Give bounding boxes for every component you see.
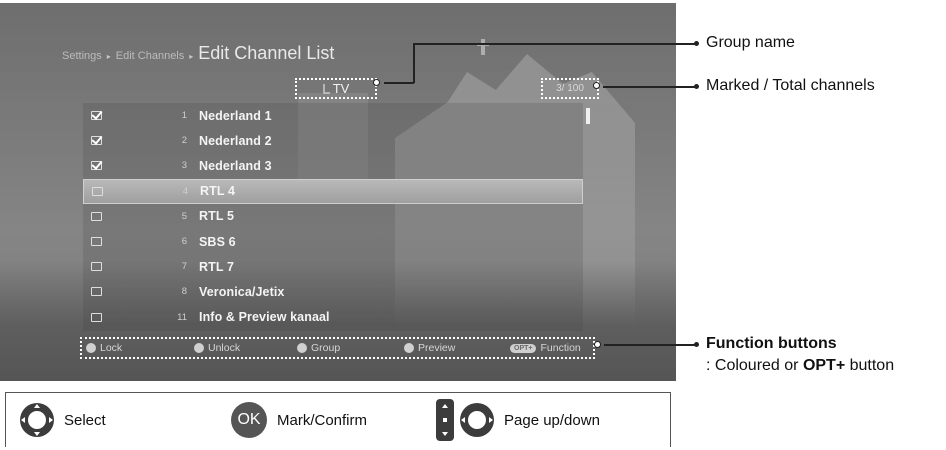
preview-button[interactable]: Preview [404, 342, 455, 354]
ok-button-icon: OK [231, 402, 267, 438]
function-buttons-desc-bold: OPT+ [802, 357, 846, 374]
channel-row[interactable]: 11 Info & Preview kanaal [83, 305, 583, 330]
channel-number: 4 [182, 185, 188, 197]
function-buttons-title: Function buttons [706, 335, 837, 352]
channel-number: 7 [181, 261, 187, 273]
function-buttons-desc-suffix: button [845, 357, 895, 374]
page-up-down-icon [436, 399, 454, 441]
function-buttons-desc-prefix: : Coloured or [706, 357, 803, 374]
channel-name: Nederland 2 [199, 133, 272, 148]
channel-name: RTL 5 [199, 209, 234, 224]
marked-total-anchor-icon [593, 82, 600, 89]
function-buttons-anchor-icon [594, 341, 601, 348]
checkbox-unchecked-icon[interactable] [91, 237, 102, 247]
unlock-label: Unlock [208, 342, 241, 354]
channel-number: 3 [181, 160, 187, 172]
bullet-icon [694, 342, 699, 347]
leader-line [413, 43, 415, 83]
legend-select-label: Select [64, 411, 106, 429]
opt-plus-badge: OPT+ [510, 343, 537, 353]
channel-row[interactable]: 2 Nederland 2 [83, 128, 583, 153]
group-name-selector[interactable]: TV [295, 78, 377, 99]
channel-name: RTL 7 [199, 259, 234, 274]
leader-line [603, 86, 695, 88]
preview-label: Preview [418, 342, 456, 354]
checkbox-unchecked-icon[interactable] [91, 211, 102, 221]
breadcrumb-separator-icon: ▸ [189, 52, 194, 61]
leader-line [413, 43, 695, 45]
leader-line [604, 344, 695, 346]
page-title: Edit Channel List [198, 43, 335, 63]
channel-name: SBS 6 [199, 234, 236, 249]
unlock-button[interactable]: Unlock [194, 342, 240, 354]
breadcrumb-separator-icon: ▸ [106, 52, 111, 61]
lock-label: Lock [100, 342, 123, 354]
ok-glyph: OK [237, 411, 261, 428]
channel-number: 2 [181, 135, 187, 147]
function-button[interactable]: OPT+ Function [510, 342, 581, 354]
lock-button[interactable]: Lock [86, 342, 122, 354]
yellow-button-icon [297, 343, 307, 353]
blue-button-icon [404, 343, 414, 353]
checkbox-checked-icon[interactable] [91, 111, 102, 121]
channel-name: Nederland 3 [199, 158, 272, 173]
channel-row[interactable]: 6 SBS 6 [83, 229, 583, 254]
breadcrumb: Settings ▸ Edit Channels ▸ Edit Channel … [62, 43, 334, 64]
left-right-arrow-icon [460, 403, 494, 437]
channel-row[interactable]: 1 Nederland 1 [83, 103, 583, 128]
legend-mark-confirm-label: Mark/Confirm [277, 411, 368, 429]
scrollbar-thumb[interactable] [586, 108, 590, 124]
navigation-dpad-icon [20, 403, 54, 437]
leader-line [384, 82, 414, 84]
key-legend: Select OK Mark/Confirm Page up/down [5, 392, 671, 447]
bullet-icon [694, 84, 699, 89]
group-name-anchor-icon [373, 79, 380, 86]
channel-number: 1 [181, 110, 187, 122]
channel-number: 8 [181, 286, 187, 298]
legend-mark-confirm: OK Mark/Confirm [231, 399, 367, 441]
marked-total-counter: 3/ 100 [541, 78, 599, 99]
red-button-icon [86, 343, 96, 353]
channel-number: 11 [177, 311, 187, 323]
channel-row[interactable]: 3 Nederland 3 [83, 153, 583, 178]
channel-name: RTL 4 [200, 184, 235, 199]
breadcrumb-item-edit-channels[interactable]: Edit Channels [116, 50, 185, 62]
breadcrumb-item-settings[interactable]: Settings [62, 50, 102, 62]
legend-page-updown-label: Page up/down [504, 411, 600, 429]
channel-list: 1 Nederland 1 2 Nederland 2 3 Nederland … [83, 103, 583, 331]
group-icon [322, 83, 330, 94]
function-buttons-callout-title: Function buttons [706, 335, 837, 353]
checkbox-checked-icon[interactable] [91, 136, 102, 146]
channel-row[interactable]: 7 RTL 7 [83, 254, 583, 279]
group-name-callout: Group name [706, 34, 795, 51]
function-button-bar: Lock Unlock Group Preview OPT+ Function [80, 337, 595, 359]
function-label: Function [540, 342, 581, 354]
legend-page-updown: Page up/down [436, 399, 600, 441]
channel-row[interactable]: 5 RTL 5 [83, 204, 583, 229]
group-name-label: TV [332, 81, 350, 96]
cross-icon [477, 39, 489, 55]
function-buttons-callout-desc: : Coloured or OPT+ button [706, 357, 894, 375]
checkbox-unchecked-icon[interactable] [91, 312, 102, 322]
channel-name: Info & Preview kanaal [199, 310, 330, 325]
tv-screen: Settings ▸ Edit Channels ▸ Edit Channel … [0, 3, 676, 381]
group-button[interactable]: Group [297, 342, 340, 354]
channel-name: Nederland 1 [199, 108, 272, 123]
checkbox-unchecked-icon[interactable] [92, 186, 103, 196]
checkbox-unchecked-icon[interactable] [91, 287, 102, 297]
channel-number: 5 [181, 210, 187, 222]
channel-name: Veronica/Jetix [199, 284, 285, 299]
marked-total-callout: Marked / Total channels [706, 77, 875, 94]
green-button-icon [194, 343, 204, 353]
bullet-icon [694, 41, 699, 46]
channel-number: 6 [181, 236, 187, 248]
channel-row[interactable]: 8 Veronica/Jetix [83, 279, 583, 304]
checkbox-checked-icon[interactable] [91, 161, 102, 171]
checkbox-unchecked-icon[interactable] [91, 262, 102, 272]
group-label: Group [311, 342, 341, 354]
legend-select: Select [20, 399, 106, 441]
marked-total-label: 3/ 100 [556, 83, 584, 94]
channel-row-selected[interactable]: 4 RTL 4 [83, 178, 583, 204]
